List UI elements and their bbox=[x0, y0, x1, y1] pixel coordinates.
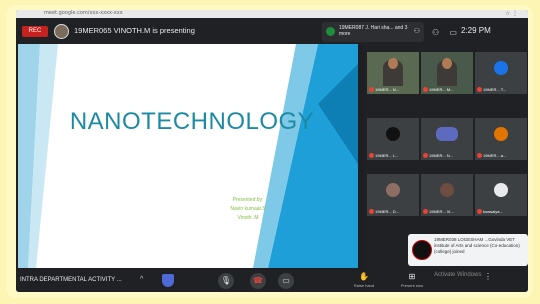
mic-off-icon bbox=[477, 209, 482, 214]
participant-tile[interactable]: 19MER... M... bbox=[421, 52, 473, 94]
windows-watermark: Activate Windows bbox=[434, 272, 482, 278]
participant-name: 19MER... T... bbox=[477, 87, 506, 92]
notification-text: 19MER087 J. Hari sha... and 3 more bbox=[339, 25, 408, 37]
chevron-up-icon[interactable]: ^ bbox=[140, 276, 143, 283]
clock: 2:29 PM bbox=[461, 26, 491, 35]
popup-text: 19MER038 LOGESHAM ...Govinda VET institu… bbox=[434, 237, 520, 254]
microphone-button[interactable]: 🎙 bbox=[218, 273, 234, 289]
present-icon[interactable]: ⊞ bbox=[392, 272, 432, 281]
notification-avatar bbox=[326, 27, 335, 36]
participant-tile[interactable]: 19MER... N... bbox=[367, 52, 419, 94]
mic-off-icon bbox=[423, 87, 428, 92]
end-call-button[interactable]: ☎ bbox=[250, 273, 266, 289]
meeting-name[interactable]: INTRA DEPARTMENTAL ACTIVITY ... bbox=[20, 277, 122, 283]
camera-button[interactable]: ▭ bbox=[278, 273, 294, 289]
people-icon: ⚇ bbox=[413, 28, 420, 35]
participant-avatar bbox=[386, 183, 400, 197]
participant-name: 19MER... a... bbox=[477, 153, 506, 158]
presenter-avatar bbox=[54, 24, 69, 39]
participant-tile[interactable]: 19MER... N... bbox=[421, 118, 473, 160]
participant-tile[interactable]: 19MER... D... bbox=[367, 174, 419, 216]
participant-avatar bbox=[436, 127, 458, 141]
shield-icon[interactable] bbox=[162, 274, 174, 287]
participant-name: kowsalya... bbox=[477, 209, 503, 214]
participant-tile[interactable]: 19MER... a... bbox=[475, 118, 527, 160]
presented-by-label: Presented by: bbox=[232, 197, 264, 203]
layout-icons[interactable]: ⚇ ▭ bbox=[432, 28, 461, 37]
participant-tile[interactable]: 19MER... L... bbox=[367, 118, 419, 160]
participant-name: 19MER... D... bbox=[369, 209, 399, 214]
slide-decoration bbox=[18, 44, 358, 268]
participant-avatar bbox=[494, 127, 508, 141]
mic-off-icon bbox=[477, 87, 482, 92]
participant-name: 19MER... M... bbox=[423, 87, 453, 92]
mic-off-icon bbox=[423, 153, 428, 158]
presenter-name-2: Vinoth .M bbox=[237, 215, 259, 221]
browser-url-bar[interactable]: meet.google.com/xxx-xxxx-xxx ☆ ⋮ bbox=[16, 10, 528, 18]
participant-name: 19MER... L... bbox=[369, 153, 398, 158]
presentation-slide: NANOTECHNOLOGY Presented by: Navin kumaa… bbox=[18, 44, 358, 268]
slide-title: NANOTECHNOLOGY bbox=[69, 108, 315, 135]
participant-avatar bbox=[440, 183, 454, 197]
participant-name: 19MER... N... bbox=[423, 153, 453, 158]
participant-name: 19MER... N... bbox=[369, 87, 399, 92]
meeting-window: meet.google.com/xxx-xxxx-xxx ☆ ⋮ REC 19M… bbox=[16, 10, 528, 292]
participant-avatar bbox=[494, 183, 508, 197]
participant-name: 19MER... Vi... bbox=[423, 209, 454, 214]
present-label: Present now bbox=[400, 283, 424, 288]
presenter-name-1: Navin kumaar.S bbox=[230, 206, 266, 212]
mic-off-icon bbox=[369, 153, 374, 158]
popup-avatar bbox=[412, 240, 432, 260]
participant-tile[interactable]: kowsalya... bbox=[475, 174, 527, 216]
participant-face bbox=[442, 58, 452, 69]
presenting-text: 19MER065 VINOTH.M is presenting bbox=[74, 26, 195, 35]
participant-tile[interactable]: 19MER... Vi... bbox=[421, 174, 473, 216]
raise-hand-label: Raise hand bbox=[353, 283, 375, 288]
participant-tile[interactable]: 19MER... T... bbox=[475, 52, 527, 94]
participant-avatar bbox=[494, 61, 508, 75]
meeting-top-bar: REC 19MER065 VINOTH.M is presenting 19ME… bbox=[16, 18, 528, 44]
mic-off-icon bbox=[477, 153, 482, 158]
raise-hand-icon[interactable]: ✋ bbox=[344, 272, 384, 281]
mic-off-icon bbox=[423, 209, 428, 214]
participant-face bbox=[388, 58, 398, 69]
participant-avatar bbox=[386, 127, 400, 141]
join-notification[interactable]: 19MER087 J. Hari sha... and 3 more ⚇ bbox=[322, 22, 424, 42]
browser-icons[interactable]: ☆ ⋮ bbox=[505, 10, 518, 17]
url-text: meet.google.com/xxx-xxxx-xxx bbox=[44, 10, 123, 16]
mic-off-icon bbox=[369, 209, 374, 214]
join-popup[interactable]: 19MER038 LOGESHAM ...Govinda VET institu… bbox=[408, 234, 528, 266]
slide-credits: Presented by: Navin kumaar.S Vinoth .M bbox=[198, 196, 298, 223]
mic-off-icon bbox=[369, 87, 374, 92]
recording-badge: REC bbox=[22, 26, 48, 37]
